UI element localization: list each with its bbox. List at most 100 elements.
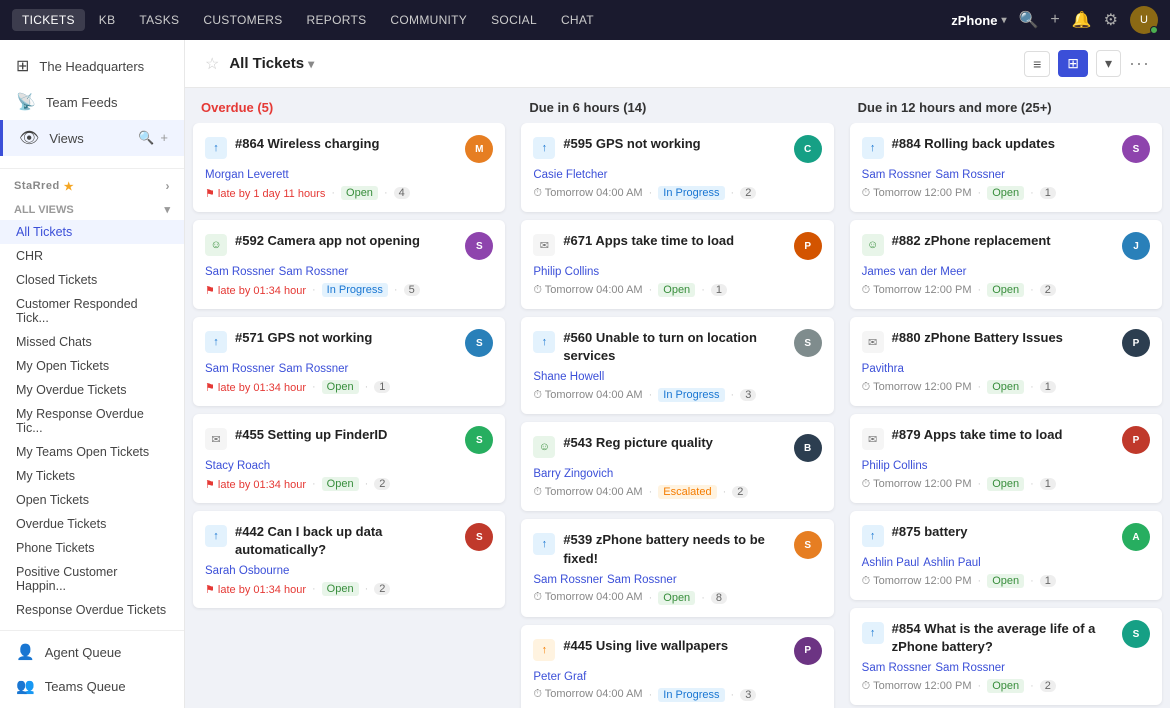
agent-name[interactable]: Morgan Leverett (205, 169, 289, 181)
agent-name[interactable]: Sam Rossner (935, 662, 1005, 674)
kanban-col-due6: Due in 6 hours (14)↑#595 GPS not working… (513, 88, 841, 708)
list-view-button[interactable]: ≡ (1024, 51, 1050, 77)
ticket-card[interactable]: ↑#884 Rolling back updatesSSam RossnerSa… (850, 123, 1162, 212)
agent-name[interactable]: Sarah Osbourne (205, 565, 289, 577)
ticket-title: #595 GPS not working (563, 135, 700, 153)
sidebar-item-tags[interactable]: 🏷 Tags (0, 703, 184, 708)
ticket-card[interactable]: ↑#854 What is the average life of a zPho… (850, 608, 1162, 705)
ticket-meta: ⏱ Tomorrow 12:00 PM·Open·1 (862, 380, 1150, 394)
kanban-view-button[interactable]: ⊞ (1058, 50, 1088, 77)
ticket-card[interactable]: ✉#455 Setting up FinderIDSStacy Roach⚑ l… (193, 414, 505, 503)
sidebar-link[interactable]: My Response Overdue Tic... (0, 402, 184, 440)
agent-name[interactable]: Shane Howell (533, 371, 604, 383)
sidebar-link[interactable]: Open Tickets (0, 488, 184, 512)
ticket-title: #455 Setting up FinderID (235, 426, 387, 444)
ticket-card[interactable]: ↑#595 GPS not workingCCasie Fletcher⏱ To… (521, 123, 833, 212)
brand-logo[interactable]: zPhone ▾ (951, 13, 1006, 28)
sidebar-link[interactable]: My Teams Open Tickets (0, 440, 184, 464)
agent-name[interactable]: Sam Rossner (935, 169, 1005, 181)
agent-name[interactable]: Sam Rossner (279, 266, 349, 278)
agent-name[interactable]: Barry Zingovich (533, 468, 613, 480)
ticket-card[interactable]: ↑#875 batteryAAshlin PaulAshlin Paul⏱ To… (850, 511, 1162, 600)
late-badge: ⚑ late by 01:34 hour (205, 478, 306, 491)
agent-name[interactable]: Ashlin Paul (923, 557, 981, 569)
sidebar-item-views[interactable]: 👁 Views 🔍 + (0, 120, 184, 156)
all-views-chevron[interactable]: ▾ (164, 203, 170, 216)
sidebar-item-team-feeds[interactable]: 📡 Team Feeds (0, 84, 184, 120)
nav-reports[interactable]: REPORTS (297, 9, 377, 31)
sidebar-link[interactable]: Closed Tickets (0, 268, 184, 292)
search-views-icon[interactable]: 🔍 (138, 130, 154, 146)
ticket-card[interactable]: ↑#445 Using live wallpapersPPeter Graf⏱ … (521, 625, 833, 708)
ticket-card[interactable]: ↑#442 Can I back up data automatically?S… (193, 511, 505, 608)
view-options-dropdown[interactable]: ▾ (1096, 50, 1121, 77)
ticket-card[interactable]: ✉#671 Apps take time to loadPPhilip Coll… (521, 220, 833, 309)
nav-tasks[interactable]: TASKS (129, 9, 189, 31)
sidebar-link[interactable]: Overdue Tickets (0, 512, 184, 536)
nav-kb[interactable]: KB (89, 9, 126, 31)
search-icon[interactable]: 🔍 (1018, 10, 1038, 30)
ticket-avatar: S (465, 232, 493, 260)
ticket-type-icon: ✉ (862, 428, 884, 450)
sidebar-link[interactable]: My Tickets (0, 464, 184, 488)
agent-name[interactable]: Casie Fletcher (533, 169, 607, 181)
favorite-star-icon[interactable]: ☆ (205, 54, 219, 74)
sidebar-link[interactable]: Phone Tickets (0, 536, 184, 560)
reply-count-badge: 1 (1040, 187, 1056, 199)
add-view-icon[interactable]: + (160, 130, 168, 146)
view-title-chevron-icon: ▾ (308, 57, 314, 71)
bell-icon[interactable]: 🔔 (1072, 10, 1092, 30)
reply-count-badge: 1 (374, 381, 390, 393)
agent-name[interactable]: Philip Collins (533, 266, 599, 278)
ticket-time: ⏱ Tomorrow 12:00 PM (862, 381, 972, 394)
ticket-card[interactable]: ↑#864 Wireless chargingMMorgan Leverett⚑… (193, 123, 505, 212)
agent-name[interactable]: Sam Rossner (607, 574, 677, 586)
avatar[interactable]: U (1130, 6, 1158, 34)
sidebar-link[interactable]: Customer Responded Tick... (0, 292, 184, 330)
ticket-card[interactable]: ☺#592 Camera app not openingSSam Rossner… (193, 220, 505, 309)
settings-icon[interactable]: ⚙ (1104, 10, 1118, 30)
agent-name[interactable]: Sam Rossner (862, 169, 932, 181)
ticket-card[interactable]: ↑#571 GPS not workingSSam RossnerSam Ros… (193, 317, 505, 406)
sidebar-item-headquarters[interactable]: ⊞ The Headquarters (0, 48, 184, 84)
nav-social[interactable]: SOCIAL (481, 9, 547, 31)
sidebar-link[interactable]: Missed Chats (0, 330, 184, 354)
ticket-card[interactable]: ↑#539 zPhone battery needs to be fixed!S… (521, 519, 833, 616)
agent-name[interactable]: Ashlin Paul (862, 557, 920, 569)
agent-name[interactable]: Pavithra (862, 363, 904, 375)
sidebar-item-agent-queue[interactable]: 👤 Agent Queue (0, 635, 184, 669)
ticket-card[interactable]: ✉#879 Apps take time to loadPPhilip Coll… (850, 414, 1162, 503)
ticket-title: #543 Reg picture quality (563, 434, 713, 452)
agent-name[interactable]: James van der Meer (862, 266, 967, 278)
reply-count-badge: 4 (394, 187, 410, 199)
ticket-card[interactable]: ☺#543 Reg picture qualityBBarry Zingovic… (521, 422, 833, 511)
nav-community[interactable]: COMMUNITY (380, 9, 477, 31)
sidebar-link[interactable]: Positive Customer Happin... (0, 560, 184, 598)
nav-chat[interactable]: CHAT (551, 9, 604, 31)
agent-name[interactable]: Peter Graf (533, 671, 586, 683)
agent-name[interactable]: Stacy Roach (205, 460, 270, 472)
starred-chevron[interactable]: › (166, 179, 171, 193)
more-options-button[interactable]: ··· (1129, 53, 1150, 74)
ticket-card[interactable]: ✉#880 zPhone Battery IssuesPPavithra⏱ To… (850, 317, 1162, 406)
sidebar-link[interactable]: CHR (0, 244, 184, 268)
sidebar-link[interactable]: My Overdue Tickets (0, 378, 184, 402)
nav-customers[interactable]: CUSTOMERS (193, 9, 292, 31)
agent-name[interactable]: Sam Rossner (205, 363, 275, 375)
plus-icon[interactable]: + (1050, 11, 1059, 29)
sidebar-item-teams-queue[interactable]: 👥 Teams Queue (0, 669, 184, 703)
ticket-card[interactable]: ↑#560 Unable to turn on location service… (521, 317, 833, 414)
agent-name[interactable]: Sam Rossner (862, 662, 932, 674)
ticket-type-icon: ↑ (533, 533, 555, 555)
view-title[interactable]: All Tickets ▾ (229, 55, 314, 72)
nav-tickets[interactable]: TICKETS (12, 9, 85, 31)
kanban-col-overdue: Overdue (5)↑#864 Wireless chargingMMorga… (185, 88, 513, 708)
ticket-card[interactable]: ☺#882 zPhone replacementJJames van der M… (850, 220, 1162, 309)
agent-name[interactable]: Sam Rossner (279, 363, 349, 375)
sidebar-link[interactable]: My Open Tickets (0, 354, 184, 378)
sidebar-link[interactable]: All Tickets (0, 220, 184, 244)
sidebar-link[interactable]: Response Overdue Tickets (0, 598, 184, 622)
agent-name[interactable]: Sam Rossner (205, 266, 275, 278)
agent-name[interactable]: Sam Rossner (533, 574, 603, 586)
agent-name[interactable]: Philip Collins (862, 460, 928, 472)
